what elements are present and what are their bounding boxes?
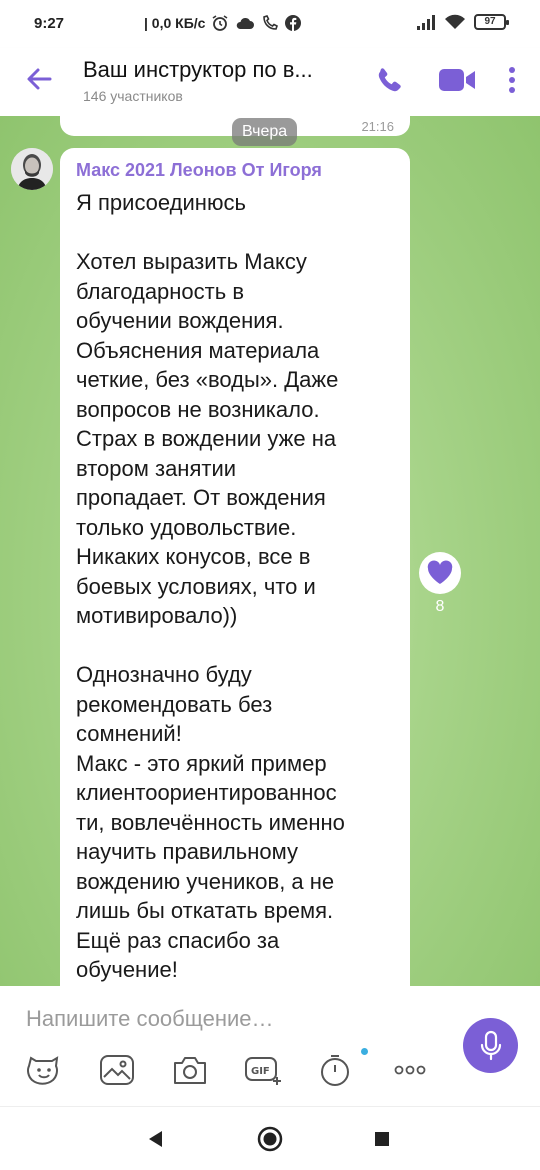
back-button[interactable] bbox=[22, 62, 56, 96]
svg-text:GIF: GIF bbox=[251, 1066, 270, 1077]
message-composer: GIF bbox=[0, 986, 540, 1106]
reaction-button[interactable] bbox=[419, 552, 461, 594]
alarm-icon bbox=[213, 15, 228, 31]
status-time: 9:27 bbox=[34, 15, 65, 32]
more-tools-button[interactable] bbox=[390, 1050, 430, 1090]
battery-icon: 97 bbox=[474, 14, 509, 30]
status-bar: 9:27 | 0,0 КБ/с 97 bbox=[0, 0, 540, 48]
status-right-icons: 97 bbox=[416, 14, 509, 30]
net-speed: | 0,0 КБ/с bbox=[144, 15, 206, 31]
more-options-button[interactable] bbox=[500, 64, 524, 96]
timer-button[interactable] bbox=[315, 1050, 355, 1090]
person-avatar-icon bbox=[11, 148, 53, 190]
chat-area[interactable]: 21:16 Вчера Макс 2021 Леонов От Игоря Я … bbox=[0, 116, 540, 986]
recents-square-icon[interactable] bbox=[374, 1131, 390, 1147]
date-separator: Вчера bbox=[232, 118, 298, 146]
mic-icon bbox=[480, 1030, 501, 1060]
status-left-icons: | 0,0 КБ/с bbox=[144, 14, 302, 32]
gif-button[interactable]: GIF bbox=[243, 1050, 283, 1090]
cloud-icon bbox=[237, 17, 255, 29]
back-arrow-icon bbox=[27, 68, 52, 90]
message-bubble[interactable]: Макс 2021 Леонов От Игоря Я присоединюсь… bbox=[60, 148, 410, 986]
gallery-icon bbox=[100, 1055, 134, 1085]
video-icon bbox=[439, 69, 475, 91]
chat-title[interactable]: Ваш инструктор по в... bbox=[83, 57, 313, 83]
call-button[interactable] bbox=[374, 64, 406, 96]
video-call-button[interactable] bbox=[437, 66, 477, 94]
missed-call-icon bbox=[263, 15, 279, 30]
sticker-icon bbox=[27, 1056, 59, 1085]
message-text: Я присоединюсь Хотел выразить Максу благ… bbox=[76, 190, 345, 982]
message-time: 21:16 bbox=[361, 119, 394, 134]
timer-icon bbox=[321, 1055, 349, 1086]
gallery-button[interactable] bbox=[97, 1050, 137, 1090]
phone-icon bbox=[378, 68, 401, 92]
gif-icon: GIF bbox=[245, 1057, 281, 1085]
system-nav-bar bbox=[0, 1106, 540, 1170]
camera-button[interactable] bbox=[170, 1050, 210, 1090]
reaction-count: 8 bbox=[435, 598, 445, 615]
participants-count[interactable]: 146 участников bbox=[83, 88, 183, 104]
chat-header: Ваш инструктор по в... 146 участников bbox=[0, 48, 540, 116]
message-input[interactable] bbox=[26, 1004, 446, 1034]
more-vert-icon bbox=[509, 67, 515, 93]
sender-name[interactable]: Макс 2021 Леонов От Игоря bbox=[76, 160, 322, 181]
back-triangle-icon[interactable] bbox=[146, 1129, 164, 1149]
camera-icon bbox=[174, 1057, 206, 1084]
avatar[interactable] bbox=[11, 148, 53, 190]
facebook-icon bbox=[285, 15, 302, 31]
wifi-icon bbox=[445, 14, 465, 29]
home-circle-icon[interactable] bbox=[257, 1126, 283, 1152]
heart-icon bbox=[427, 560, 453, 584]
voice-message-button[interactable] bbox=[463, 1018, 518, 1073]
signal-icon bbox=[417, 15, 435, 30]
timer-indicator-dot bbox=[361, 1048, 368, 1055]
more-horiz-icon bbox=[394, 1065, 426, 1075]
sticker-button[interactable] bbox=[24, 1050, 64, 1090]
